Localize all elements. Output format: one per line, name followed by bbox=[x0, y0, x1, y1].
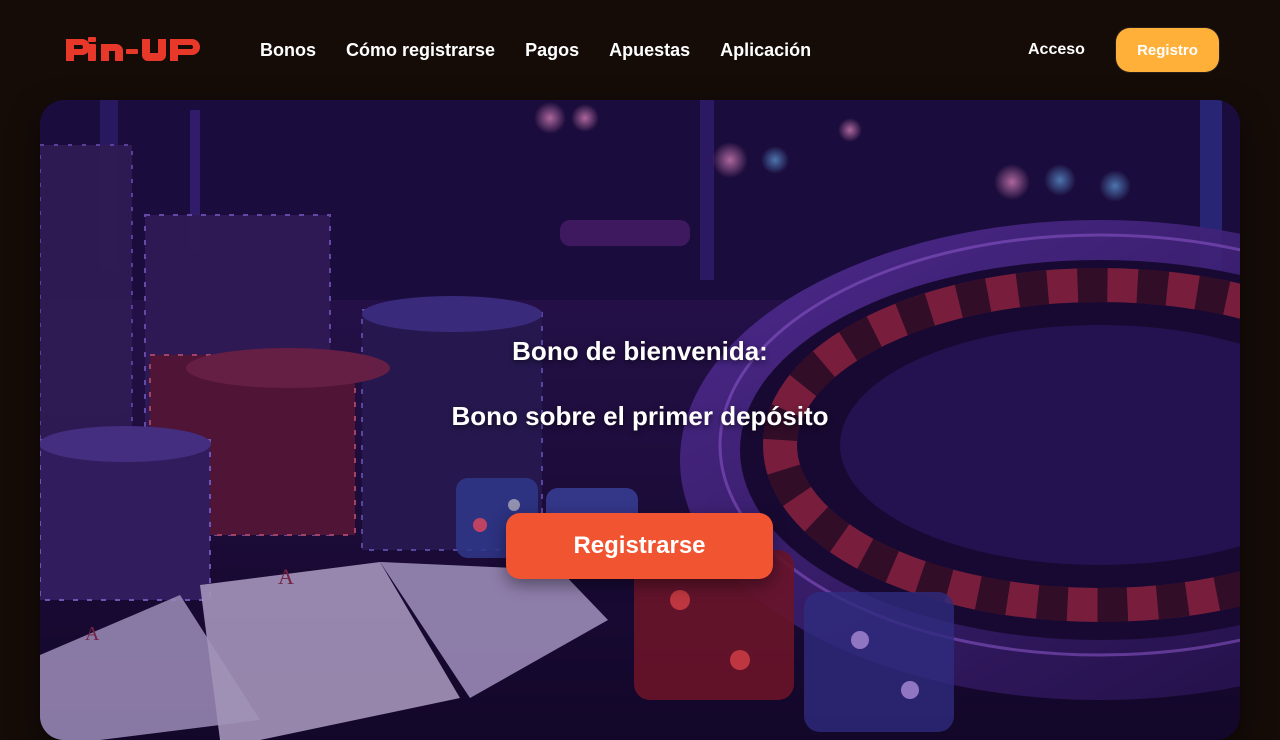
hero-subtitle: Bono sobre el primer depósito bbox=[451, 401, 829, 431]
nav-item-aplicacion[interactable]: Aplicación bbox=[720, 38, 811, 62]
login-link[interactable]: Acceso bbox=[1028, 39, 1085, 61]
nav-item-apuestas[interactable]: Apuestas bbox=[609, 38, 690, 62]
pin-up-logo[interactable] bbox=[64, 33, 206, 67]
site-header: Bonos Cómo registrarse Pagos Apuestas Ap… bbox=[0, 0, 1280, 100]
nav-item-como-registrarse[interactable]: Cómo registrarse bbox=[346, 38, 495, 62]
nav-item-bonos[interactable]: Bonos bbox=[260, 38, 316, 62]
nav-item-pagos[interactable]: Pagos bbox=[525, 38, 579, 62]
hero-banner: A A Bono de bienvenida: Bono sobre el pr… bbox=[40, 100, 1240, 740]
main-nav: Bonos Cómo registrarse Pagos Apuestas Ap… bbox=[260, 38, 811, 62]
hero-title: Bono de bienvenida: bbox=[512, 336, 768, 366]
register-cta-button[interactable]: Registrarse bbox=[506, 513, 773, 579]
logo-wordmark-icon bbox=[66, 37, 200, 61]
signup-button[interactable]: Registro bbox=[1116, 28, 1219, 72]
